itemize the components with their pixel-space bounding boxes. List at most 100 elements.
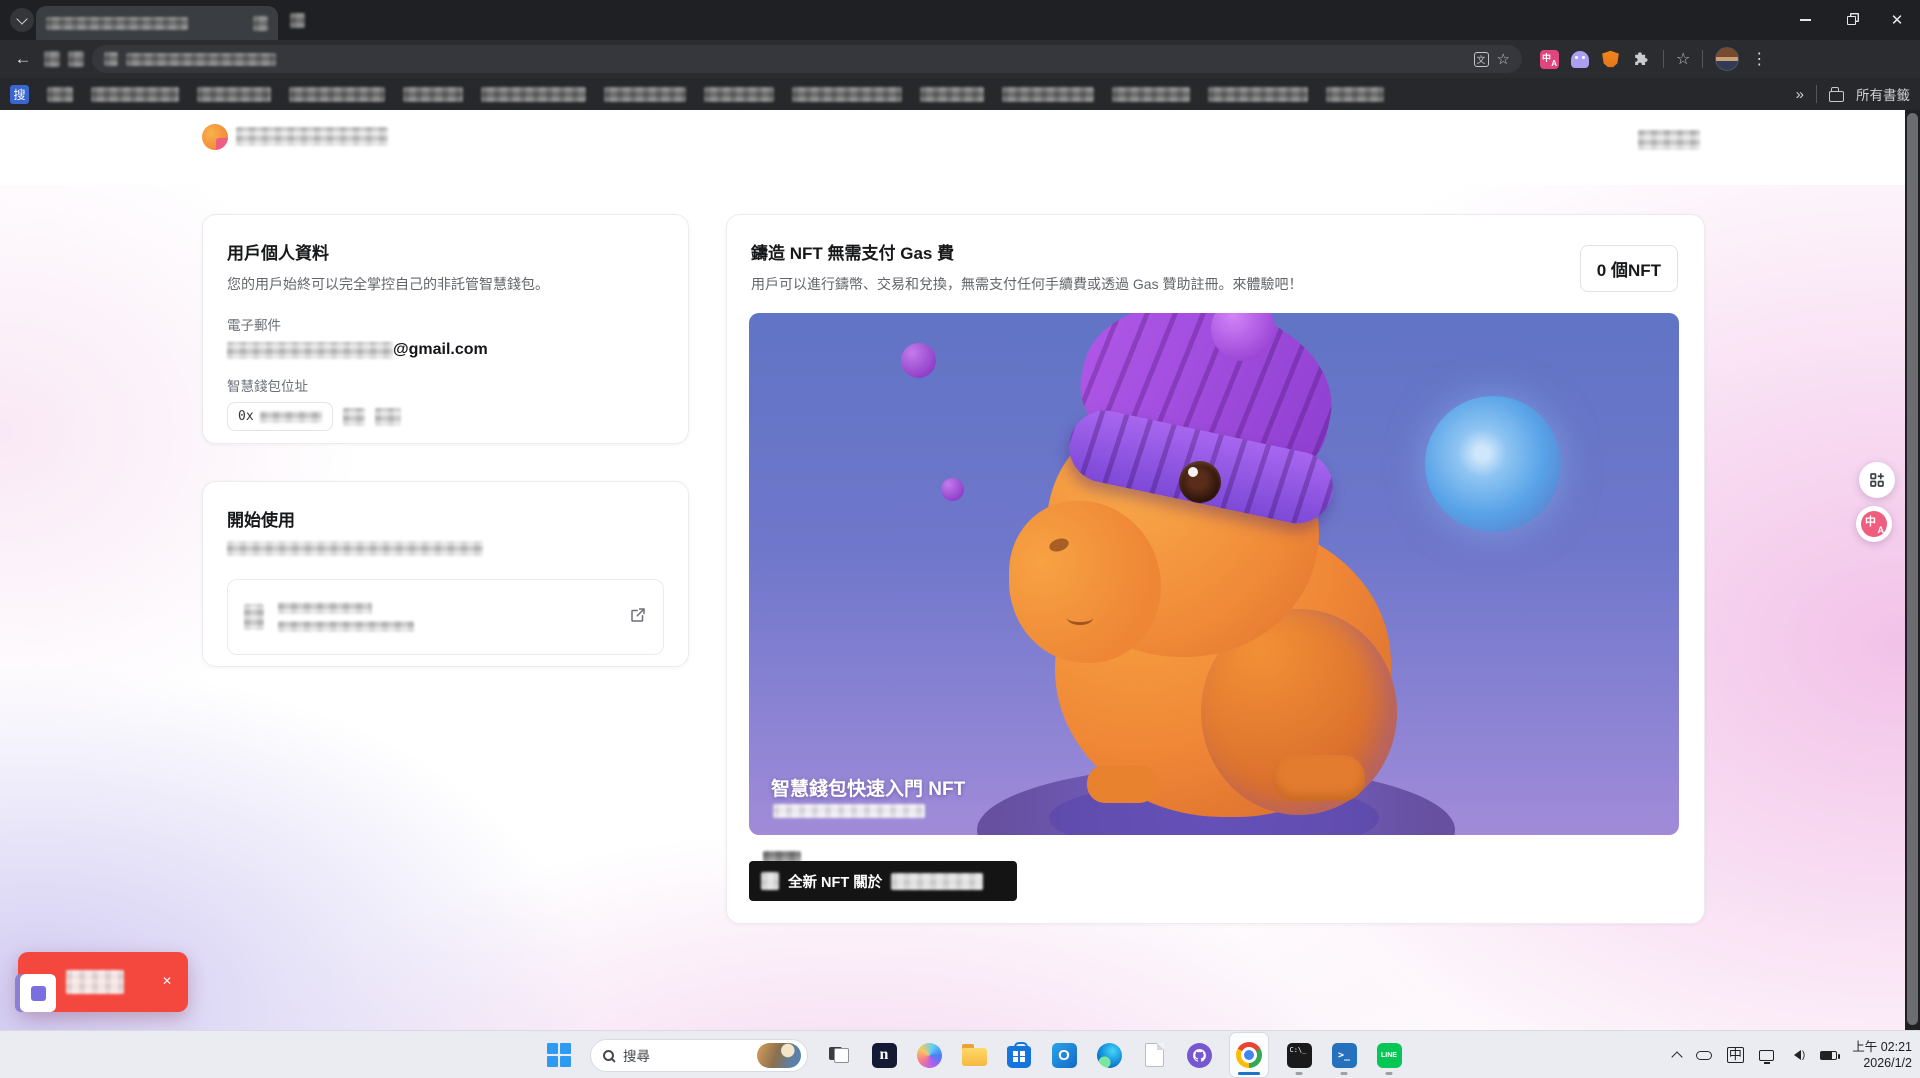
purple-beanie (749, 313, 1679, 835)
hero-illustration[interactable]: 智慧錢包快速入門 NFT (749, 313, 1679, 835)
copy-address-button-redacted[interactable] (343, 408, 365, 426)
taskbar-search-box[interactable]: 搜尋 (590, 1039, 808, 1072)
profile-avatar[interactable] (1715, 47, 1739, 71)
bookmark-item-redacted[interactable] (197, 87, 271, 102)
browser-menu-icon[interactable]: ⋮ (1751, 49, 1767, 69)
metamask-extension-icon[interactable] (1601, 50, 1620, 68)
tab-search-button[interactable] (10, 8, 34, 32)
side-panel-bookmarks-icon[interactable]: ☆ (1676, 49, 1690, 69)
getting-started-title: 開始使用 (227, 506, 664, 531)
bookmark-item-redacted[interactable] (1112, 87, 1190, 102)
bookmark-item-redacted[interactable] (47, 87, 73, 102)
taskbar-file-explorer[interactable] (960, 1033, 988, 1077)
capybara-eye (1179, 461, 1221, 503)
nft-card: 鑄造 NFT 無需支付 Gas 費 用戶可以進行鑄幣、交易和兌換，無需支付任何手… (726, 214, 1705, 924)
bookmark-item-redacted[interactable] (1326, 87, 1384, 102)
tray-clock[interactable]: 上午 02:21 2026/1/2 (1852, 1039, 1912, 1072)
search-highlight-image[interactable] (757, 1043, 801, 1068)
restore-button[interactable] (1828, 0, 1874, 40)
header-action-redacted[interactable] (1638, 130, 1700, 150)
minimize-icon (1800, 19, 1811, 21)
bookmark-item-redacted[interactable] (289, 87, 385, 102)
taskbar-powershell[interactable]: >_ (1330, 1033, 1358, 1077)
item-subtitle-redacted (278, 621, 414, 632)
windows-logo-icon (547, 1043, 571, 1067)
wallet-address-pill[interactable]: 0x (227, 402, 333, 431)
tab-close-redacted[interactable] (253, 16, 268, 31)
taskbar-notepad[interactable] (1140, 1033, 1168, 1077)
taskbar-github-desktop[interactable] (1185, 1033, 1213, 1077)
bookmark-item-redacted[interactable] (604, 87, 686, 102)
translate-float-button[interactable]: 中A (1856, 506, 1892, 542)
bookmark-item-redacted[interactable] (1208, 87, 1308, 102)
divider (1702, 50, 1703, 68)
ime-indicator[interactable]: 中 (1727, 1047, 1744, 1064)
taskbar-microsoft-store[interactable] (1005, 1033, 1033, 1077)
external-link-icon[interactable] (629, 606, 647, 629)
github-icon (1187, 1043, 1212, 1068)
close-button[interactable]: ✕ (1874, 0, 1920, 40)
display-icon[interactable] (1759, 1050, 1774, 1061)
back-button[interactable]: ← (10, 49, 36, 69)
bookmark-item-redacted[interactable] (920, 87, 984, 102)
new-nft-banner[interactable]: 全新 NFT 關於 (749, 861, 1017, 901)
tray-time: 上午 02:21 (1852, 1039, 1912, 1055)
taskbar-terminal[interactable]: C:\_ (1285, 1033, 1313, 1077)
taskbar-line[interactable]: LINE (1375, 1033, 1403, 1077)
site-info-icon-redacted[interactable] (104, 52, 118, 66)
bookmark-item-redacted[interactable] (1002, 87, 1094, 102)
minimize-button[interactable] (1782, 0, 1828, 40)
profile-card-title: 用戶個人資料 (227, 239, 664, 264)
getting-started-subtitle-redacted (227, 541, 483, 556)
translate-extension-icon[interactable]: 中A (1540, 50, 1559, 69)
reload-button-redacted[interactable] (68, 51, 84, 67)
address-bar[interactable]: 文 ☆ (92, 45, 1522, 73)
bookmark-favicon[interactable]: 搜 (10, 85, 29, 104)
battery-icon[interactable] (1820, 1051, 1837, 1060)
bookmark-item-redacted[interactable] (91, 87, 179, 102)
hidden-icons-chevron[interactable] (1671, 1051, 1682, 1062)
browser-tab[interactable] (36, 6, 278, 40)
site-logo[interactable] (202, 124, 228, 150)
bookmark-star-icon[interactable]: ☆ (1497, 50, 1510, 68)
bookmark-item-redacted[interactable] (481, 87, 586, 102)
email-label: 電子郵件 (227, 314, 664, 334)
notification-toast[interactable]: ✕ (18, 952, 188, 1012)
taskbar-copilot[interactable] (915, 1033, 943, 1077)
item-icon-redacted (244, 604, 264, 630)
translate-page-icon[interactable]: 文 (1474, 52, 1489, 67)
email-suffix: @gmail.com (393, 341, 488, 359)
nft-count-badge[interactable]: 0 個NFT (1580, 245, 1678, 292)
new-tab-button[interactable] (290, 13, 305, 28)
notion-icon: n (872, 1043, 897, 1068)
phantom-wallet-extension-icon[interactable] (1571, 51, 1589, 68)
bookmark-item-redacted[interactable] (704, 87, 774, 102)
getting-started-card: 開始使用 (202, 481, 689, 667)
address-action-redacted[interactable] (375, 408, 401, 426)
bookmark-item-redacted[interactable] (403, 87, 463, 102)
widget-launcher-button[interactable] (1859, 462, 1895, 498)
bookmarks-overflow-chevron[interactable]: » (1796, 86, 1804, 103)
taskbar-notion[interactable]: n (870, 1033, 898, 1077)
powershell-icon: >_ (1332, 1043, 1357, 1068)
document-icon (1145, 1043, 1164, 1067)
onedrive-icon[interactable] (1696, 1051, 1712, 1060)
getting-started-link-item[interactable] (227, 579, 664, 655)
taskbar-edge[interactable] (1095, 1033, 1123, 1077)
address-redacted (260, 411, 322, 423)
taskbar-chrome-active[interactable] (1230, 1033, 1268, 1077)
scrollbar[interactable] (1905, 110, 1920, 1030)
task-view-button[interactable] (825, 1033, 853, 1077)
taskbar-outlook[interactable]: O (1050, 1033, 1078, 1077)
extensions-puzzle-icon[interactable] (1632, 50, 1651, 69)
volume-icon[interactable]: ) (1789, 1050, 1805, 1061)
all-bookmarks-label[interactable]: 所有書籤 (1856, 84, 1910, 104)
start-button[interactable] (545, 1033, 573, 1077)
task-view-icon (829, 1047, 849, 1063)
browser-tab-strip: ✕ (0, 0, 1920, 40)
bookmark-item-redacted[interactable] (792, 87, 902, 102)
toast-close-icon[interactable]: ✕ (162, 974, 172, 988)
scrollbar-thumb[interactable] (1907, 113, 1918, 1025)
forward-button-redacted[interactable] (44, 51, 60, 67)
wallet-widget-icon[interactable] (20, 974, 56, 1012)
